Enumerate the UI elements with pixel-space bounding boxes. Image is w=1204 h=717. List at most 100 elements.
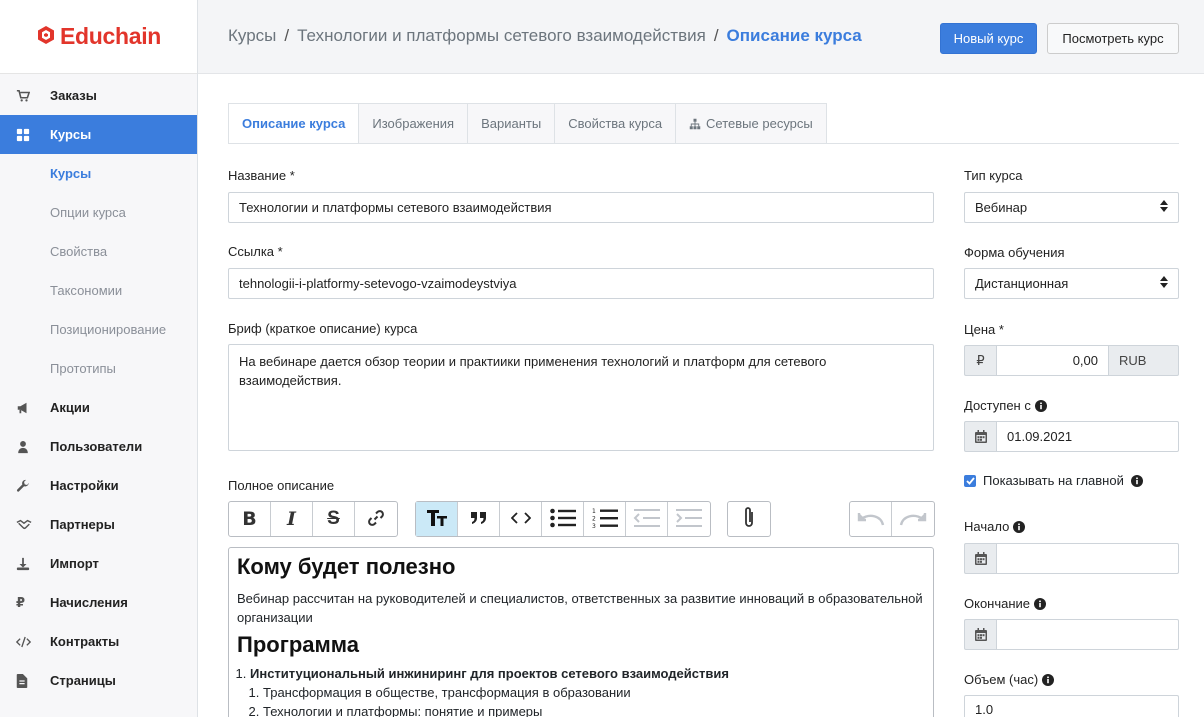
undo-icon	[857, 510, 885, 529]
volume-input[interactable]: 1.0	[964, 695, 1179, 717]
study-form-select[interactable]: Дистанционная	[964, 268, 1179, 299]
tab-description[interactable]: Описание курса	[228, 103, 360, 144]
sidebar-subitem-course-options[interactable]: Опции курса	[0, 193, 197, 232]
grid-icon	[16, 128, 50, 142]
course-type-label: Тип курса	[964, 168, 1023, 183]
heading-button[interactable]	[416, 502, 458, 536]
info-icon[interactable]	[1042, 673, 1055, 686]
tab-properties[interactable]: Свойства курса	[555, 103, 677, 144]
editor-list-item: Институциональный инжиниринг для проекто…	[250, 664, 925, 717]
italic-button[interactable]: I	[271, 502, 313, 536]
show-on-main-checkbox[interactable]	[964, 474, 976, 487]
end-date-group	[964, 619, 1179, 650]
info-icon[interactable]	[1130, 474, 1143, 487]
bold-button[interactable]: B	[229, 502, 271, 536]
redo-icon	[899, 510, 927, 529]
sidebar-item-contracts[interactable]: Контракты	[0, 622, 197, 661]
svg-text:1: 1	[592, 508, 596, 515]
sidebar-item-label: Партнеры	[50, 517, 115, 532]
code-icon	[510, 511, 531, 528]
sidebar-item-label: Начисления	[50, 595, 128, 610]
code-button[interactable]	[500, 502, 542, 536]
sidebar-item-settings[interactable]: Настройки	[0, 466, 197, 505]
price-input-group: ₽ 0,00 RUB	[964, 345, 1179, 376]
editor-heading-1: Кому будет полезно	[237, 554, 456, 579]
bullet-list-button[interactable]	[542, 502, 584, 536]
redo-button[interactable]	[892, 502, 934, 536]
tab-network-resources[interactable]: Сетевые ресурсы	[676, 103, 827, 144]
editor-sub-list-item: Технологии и платформы: понятие и пример…	[263, 702, 925, 717]
strikethrough-button[interactable]: S	[313, 502, 355, 536]
price-input[interactable]: 0,00	[996, 345, 1109, 376]
educhain-logo-icon	[36, 25, 56, 48]
brief-textarea[interactable]: На вебинаре дается обзор теории и практи…	[228, 344, 934, 451]
sidebar-subitem-properties[interactable]: Свойства	[0, 232, 197, 271]
ruble-sign: ₽	[964, 345, 996, 376]
sidebar-item-label: Контракты	[50, 634, 120, 649]
sidebar: Educhain Заказы Курсы Курсы Опции курса …	[0, 0, 198, 717]
breadcrumb-courses[interactable]: Курсы	[228, 26, 276, 46]
cart-icon	[16, 89, 50, 103]
view-course-button[interactable]: Посмотреть курс	[1047, 23, 1179, 54]
breadcrumb: Курсы / Технологии и платформы сетевого …	[228, 26, 862, 46]
breadcrumb-course[interactable]: Технологии и платформы сетевого взаимоде…	[297, 26, 706, 46]
sidebar-item-promotions[interactable]: Акции	[0, 388, 197, 427]
italic-icon: I	[287, 508, 296, 530]
sidebar-item-courses[interactable]: Курсы	[0, 115, 197, 154]
link-button[interactable]	[355, 502, 397, 536]
slug-input[interactable]: tehnologii-i-platformy-setevogo-vzaimode…	[228, 268, 934, 299]
editor-heading-2: Программа	[237, 632, 360, 657]
tab-images[interactable]: Изображения	[359, 103, 469, 144]
available-from-label: Доступен с	[964, 398, 1047, 413]
volume-label: Объем (час)	[964, 672, 1055, 687]
sidebar-item-users[interactable]: Пользователи	[0, 427, 197, 466]
sidebar-subitem-taxonomies[interactable]: Таксономии	[0, 271, 197, 310]
code-icon	[16, 636, 50, 648]
file-icon	[16, 673, 50, 688]
outdent-button[interactable]	[626, 502, 668, 536]
logo[interactable]: Educhain	[0, 0, 197, 74]
svg-text:3: 3	[592, 523, 596, 529]
rich-text-editor[interactable]: Кому будет полезно Вебинар рассчитан на …	[228, 547, 934, 717]
start-label: Начало	[964, 519, 1026, 534]
info-icon[interactable]	[1034, 399, 1047, 412]
course-type-select[interactable]: Вебинар	[964, 192, 1179, 223]
editor-list-item-text: Институциональный инжиниринг для проекто…	[250, 666, 729, 681]
svg-text:2: 2	[592, 515, 596, 522]
sidebar-subitem-prototypes[interactable]: Прототипы	[0, 349, 197, 388]
calendar-icon	[964, 421, 996, 452]
quote-button[interactable]	[458, 502, 500, 536]
info-icon[interactable]	[1013, 520, 1026, 533]
indent-button[interactable]	[668, 502, 710, 536]
sidebar-item-partners[interactable]: Партнеры	[0, 505, 197, 544]
undo-button[interactable]	[850, 502, 892, 536]
attach-file-button[interactable]	[728, 502, 770, 536]
indent-icon	[675, 508, 703, 531]
sidebar-item-import[interactable]: Импорт	[0, 544, 197, 583]
name-label: Название *	[228, 168, 295, 183]
start-date-input[interactable]	[996, 543, 1179, 574]
sidebar-item-accruals[interactable]: ₽ Начисления	[0, 583, 197, 622]
info-icon[interactable]	[1034, 597, 1047, 610]
sidebar-subitem-positioning[interactable]: Позиционирование	[0, 310, 197, 349]
logo-text: Educhain	[59, 23, 162, 49]
handshake-icon	[16, 518, 50, 532]
sidebar-item-orders[interactable]: Заказы	[0, 76, 197, 115]
ruble-icon: ₽	[16, 594, 26, 610]
study-form-value: Дистанционная	[975, 276, 1069, 291]
sidebar-subitem-courses[interactable]: Курсы	[0, 154, 197, 193]
paperclip-icon	[742, 506, 756, 533]
new-course-button[interactable]: Новый курс	[940, 23, 1037, 54]
sidebar-item-label: Страницы	[50, 673, 116, 688]
numbered-list-button[interactable]: 123	[584, 502, 626, 536]
show-on-main-row: Показывать на главной	[964, 473, 1143, 488]
name-input[interactable]: Технологии и платформы сетевого взаимоде…	[228, 192, 934, 223]
attachment-toolbar	[727, 501, 771, 537]
end-date-input[interactable]	[996, 619, 1179, 650]
megaphone-icon	[16, 401, 50, 415]
available-from-input[interactable]: 01.09.2021	[996, 421, 1179, 452]
study-form-label: Форма обучения	[964, 245, 1065, 260]
sidebar-item-pages[interactable]: Страницы	[0, 661, 197, 700]
tab-variants[interactable]: Варианты	[468, 103, 556, 144]
download-icon	[16, 557, 50, 571]
